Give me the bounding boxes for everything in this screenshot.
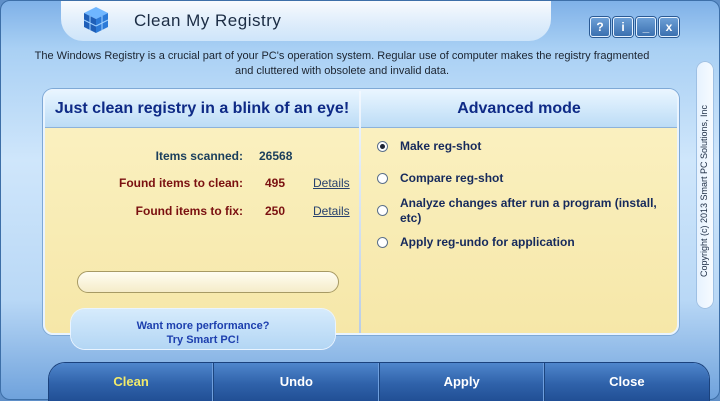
- title-bar[interactable]: Clean My Registry ? i _ x: [1, 1, 720, 43]
- items-fix-value: 250: [265, 204, 286, 218]
- app-window: Clean My Registry ? i _ x The Windows Re…: [0, 0, 720, 401]
- promo-line-2: Try Smart PC!: [166, 334, 240, 346]
- main-panel: Just clean registry in a blink of an eye…: [43, 89, 679, 335]
- intro-text: The Windows Registry is a crucial part o…: [25, 49, 659, 79]
- fix-details-link[interactable]: Details: [313, 204, 350, 218]
- option-label: Compare reg-shot: [400, 171, 504, 185]
- panel-header: Just clean registry in a blink of an eye…: [45, 91, 677, 128]
- close-window-button[interactable]: x: [659, 17, 679, 37]
- window-title: Clean My Registry: [134, 11, 282, 30]
- window-controls: ? i _ x: [590, 17, 679, 37]
- copyright-container: Copyright (c) 2013 Smart PC Solutions, I…: [693, 41, 715, 341]
- intro-line-1: The Windows Registry is a crucial part o…: [34, 50, 650, 62]
- clean-button[interactable]: Clean: [49, 363, 215, 401]
- close-button[interactable]: Close: [545, 363, 709, 401]
- option-label: Apply reg-undo for application: [400, 235, 575, 249]
- copyright-text: Copyright (c) 2013 Smart PC Solutions, I…: [699, 104, 709, 278]
- panel-divider: [359, 91, 361, 333]
- clean-details-link[interactable]: Details: [313, 176, 350, 190]
- minimize-button[interactable]: _: [636, 17, 656, 37]
- items-fix-label: Found items to fix:: [135, 204, 243, 218]
- advanced-mode-heading[interactable]: Advanced mode: [361, 91, 677, 127]
- radio-analyze-changes[interactable]: [377, 205, 388, 216]
- info-button[interactable]: i: [613, 17, 633, 37]
- registry-cube-icon: [83, 7, 109, 33]
- promo-link[interactable]: Want more performance? Try Smart PC!: [71, 319, 335, 347]
- items-clean-label: Found items to clean:: [118, 176, 243, 190]
- radio-make-reg-shot[interactable]: [377, 141, 388, 152]
- option-label: Make reg-shot: [400, 139, 482, 153]
- promo-line-1: Want more performance?: [136, 320, 270, 332]
- items-scanned-value: 26568: [259, 149, 293, 163]
- apply-button[interactable]: Apply: [380, 363, 545, 401]
- items-clean-value: 495: [265, 176, 286, 190]
- items-clean-row: Found items to clean:: [45, 176, 243, 192]
- undo-button[interactable]: Undo: [214, 363, 380, 401]
- items-scanned-row: Items scanned:: [45, 149, 243, 165]
- radio-reg-undo[interactable]: [377, 237, 388, 248]
- radio-compare-reg-shot[interactable]: [377, 173, 388, 184]
- action-bar: Clean Undo Apply Close: [49, 363, 709, 401]
- scan-progress-bar: [77, 271, 339, 293]
- help-button[interactable]: ?: [590, 17, 610, 37]
- option-label: Analyze changes after run a program (ins…: [400, 196, 657, 225]
- quick-mode-heading[interactable]: Just clean registry in a blink of an eye…: [45, 91, 359, 127]
- intro-line-2: and cluttered with obsolete and invalid …: [234, 65, 450, 77]
- items-scanned-label: Items scanned:: [155, 149, 243, 163]
- items-fix-row: Found items to fix:: [45, 204, 243, 220]
